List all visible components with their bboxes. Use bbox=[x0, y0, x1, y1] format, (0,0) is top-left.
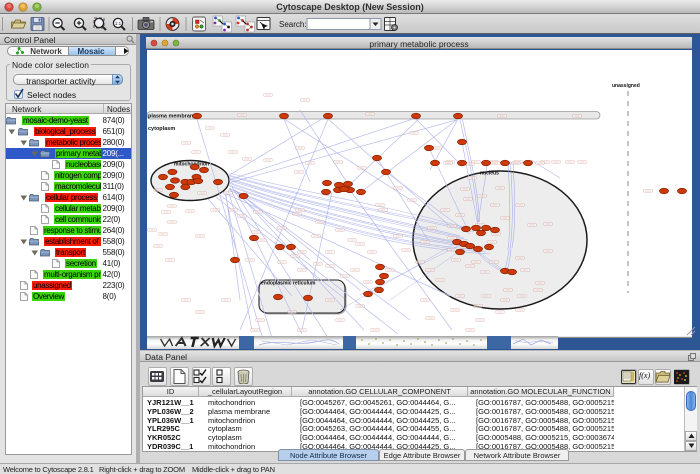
svg-text:unassigned: unassigned bbox=[612, 83, 640, 89]
svg-text:Search:: Search: bbox=[279, 20, 307, 29]
svg-text:plasma membrane: plasma membrane bbox=[148, 114, 196, 120]
svg-text:1:1: 1:1 bbox=[115, 21, 122, 26]
svg-text:Network: Network bbox=[30, 47, 62, 56]
svg-text:endoplasmic reticulum: endoplasmic reticulum bbox=[261, 281, 316, 287]
svg-text:nucleus: nucleus bbox=[480, 171, 499, 177]
svg-text:Mosaic: Mosaic bbox=[77, 47, 105, 56]
svg-text:cytoplasm: cytoplasm bbox=[148, 126, 175, 132]
